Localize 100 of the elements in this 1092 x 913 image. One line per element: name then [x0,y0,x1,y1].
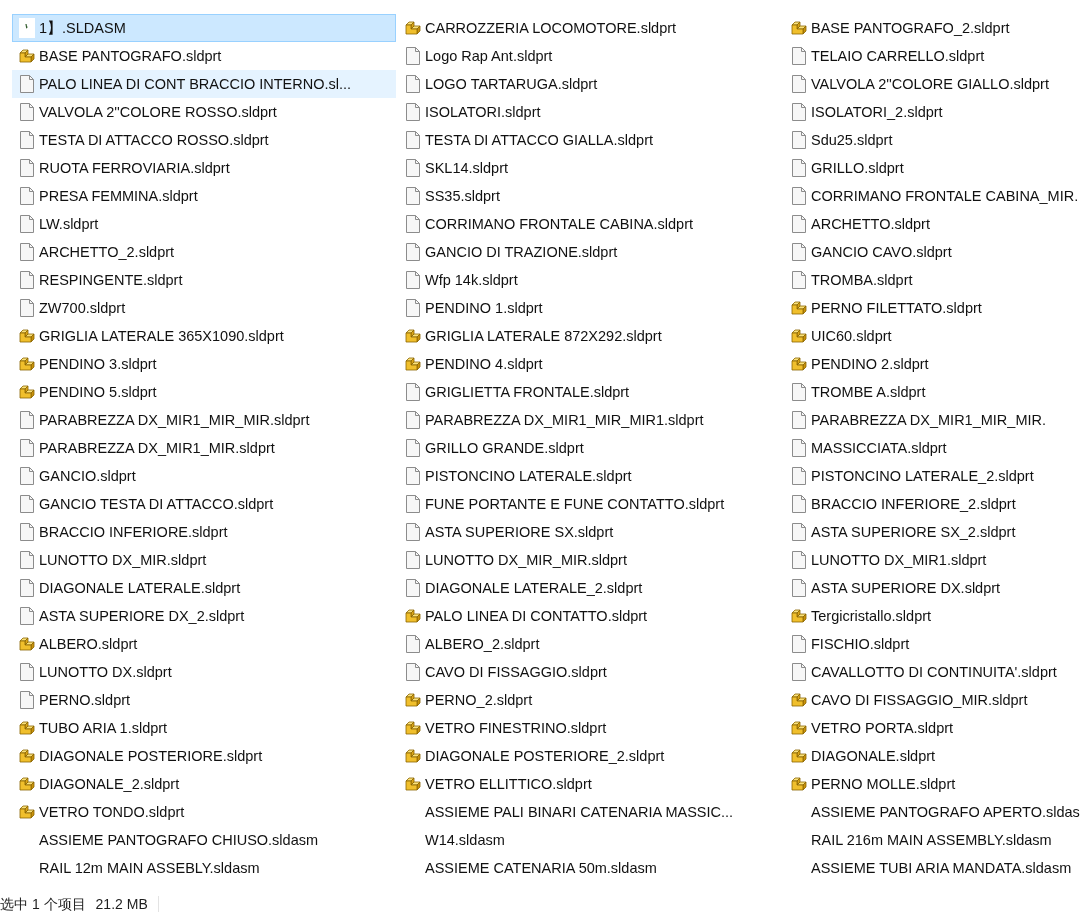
file-item[interactable]: ASTA SUPERIORE DX.sldprt [784,574,1092,602]
file-item[interactable]: SKL14.sldprt [398,154,782,182]
file-item[interactable]: BRACCIO INFERIORE_2.sldprt [784,490,1092,518]
file-item[interactable]: TROMBA.sldprt [784,266,1092,294]
file-item[interactable]: SS35.sldprt [398,182,782,210]
file-item[interactable]: PISTONCINO LATERALE_2.sldprt [784,462,1092,490]
file-item[interactable]: MASSICCIATA.sldprt [784,434,1092,462]
file-item[interactable]: LUNOTTO DX.sldprt [12,658,396,686]
file-item[interactable]: ASTA SUPERIORE SX.sldprt [398,518,782,546]
file-item[interactable]: PERNO.sldprt [12,686,396,714]
file-item[interactable]: LUNOTTO DX_MIR.sldprt [12,546,396,574]
document-icon [406,131,420,149]
file-item[interactable]: ASSIEME PANTOGRAFO CHIUSO.sldasm [12,826,396,854]
file-item[interactable]: RAIL 216m MAIN ASSEMBLY.sldasm [784,826,1092,854]
file-item[interactable]: VALVOLA 2''COLORE GIALLO.sldprt [784,70,1092,98]
file-item[interactable]: DIAGONALE LATERALE.sldprt [12,574,396,602]
file-item[interactable]: ARCHETTO.sldprt [784,210,1092,238]
file-item[interactable]: PENDINO 3.sldprt [12,350,396,378]
file-item[interactable]: VETRO ELLITTICO.sldprt [398,770,782,798]
file-item[interactable]: CAVALLOTTO DI CONTINUITA'.sldprt [784,658,1092,686]
file-item[interactable]: DIAGONALE POSTERIORE_2.sldprt [398,742,782,770]
file-item[interactable]: DIAGONALE.sldprt [784,742,1092,770]
file-item[interactable]: PERNO FILETTATO.sldprt [784,294,1092,322]
file-item[interactable]: Sdu25.sldprt [784,126,1092,154]
file-item[interactable]: VETRO TONDO.sldprt [12,798,396,826]
block-icon [19,636,35,652]
file-item[interactable]: GANCIO TESTA DI ATTACCO.sldprt [12,490,396,518]
file-item[interactable]: GRILLO GRANDE.sldprt [398,434,782,462]
file-item[interactable]: PRESA FEMMINA.sldprt [12,182,396,210]
file-item[interactable]: DIAGONALE_2.sldprt [12,770,396,798]
document-icon [20,243,34,261]
file-item[interactable]: PENDINO 1.sldprt [398,294,782,322]
file-item[interactable]: TESTA DI ATTACCO GIALLA.sldprt [398,126,782,154]
file-item[interactable]: GRILLO.sldprt [784,154,1092,182]
file-item[interactable]: PARABREZZA DX_MIR1_MIR_MIR1.sldprt [398,406,782,434]
file-item[interactable]: PISTONCINO LATERALE.sldprt [398,462,782,490]
file-item[interactable]: RAIL 12m MAIN ASSEBLY.sldasm [12,854,396,882]
file-item[interactable]: RESPINGENTE.sldprt [12,266,396,294]
file-item[interactable]: PERNO MOLLE.sldprt [784,770,1092,798]
file-item[interactable]: VETRO FINESTRINO.sldprt [398,714,782,742]
file-item[interactable]: PENDINO 5.sldprt [12,378,396,406]
file-item[interactable]: PERNO_2.sldprt [398,686,782,714]
file-item[interactable]: TESTA DI ATTACCO ROSSO.sldprt [12,126,396,154]
file-item[interactable]: BASE PANTOGRAFO.sldprt [12,42,396,70]
document-icon [20,411,34,429]
file-item[interactable]: ASSIEME PANTOGRAFO APERTO.sldas [784,798,1092,826]
file-item[interactable]: VALVOLA 2''COLORE ROSSO.sldprt [12,98,396,126]
file-item[interactable]: PARABREZZA DX_MIR1_MIR_MIR. [784,406,1092,434]
file-item[interactable]: GRIGLIETTA FRONTALE.sldprt [398,378,782,406]
file-item[interactable]: ASSIEME CATENARIA 50m.sldasm [398,854,782,882]
file-item[interactable]: RUOTA FERROVIARIA.sldprt [12,154,396,182]
file-item[interactable]: LOGO TARTARUGA.sldprt [398,70,782,98]
file-item[interactable]: ZW700.sldprt [12,294,396,322]
file-item[interactable]: ALBERO_2.sldprt [398,630,782,658]
file-item[interactable]: PARABREZZA DX_MIR1_MIR_MIR.sldprt [12,406,396,434]
file-item[interactable]: TUBO ARIA 1.sldprt [12,714,396,742]
file-item[interactable]: PENDINO 4.sldprt [398,350,782,378]
file-item[interactable]: PENDINO 2.sldprt [784,350,1092,378]
file-item[interactable]: ASTA SUPERIORE SX_2.sldprt [784,518,1092,546]
file-item[interactable]: ALBERO.sldprt [12,630,396,658]
file-item[interactable]: UIC60.sldprt [784,322,1092,350]
file-item[interactable]: DIAGONALE LATERALE_2.sldprt [398,574,782,602]
file-item[interactable]: ASSIEME TUBI ARIA MANDATA.sldasm [784,854,1092,882]
document-icon [406,663,420,681]
file-item[interactable]: ASSIEME PALI BINARI CATENARIA MASSIC... [398,798,782,826]
file-item[interactable]: GRIGLIA LATERALE 365X1090.sldprt [12,322,396,350]
file-item[interactable]: BRACCIO INFERIORE.sldprt [12,518,396,546]
file-item[interactable]: FUNE PORTANTE E FUNE CONTATTO.sldprt [398,490,782,518]
file-item[interactable]: ARCHETTO_2.sldprt [12,238,396,266]
file-item[interactable]: LW.sldprt [12,210,396,238]
file-item[interactable]: VETRO PORTA.sldprt [784,714,1092,742]
file-item[interactable]: LUNOTTO DX_MIR_MIR.sldprt [398,546,782,574]
file-item[interactable]: TROMBE A.sldprt [784,378,1092,406]
file-item[interactable]: LUNOTTO DX_MIR1.sldprt [784,546,1092,574]
file-item[interactable]: ISOLATORI.sldprt [398,98,782,126]
file-item[interactable]: DIAGONALE POSTERIORE.sldprt [12,742,396,770]
file-item[interactable]: CAVO DI FISSAGGIO_MIR.sldprt [784,686,1092,714]
file-item[interactable]: ISOLATORI_2.sldprt [784,98,1092,126]
file-item[interactable]: GRIGLIA LATERALE 872X292.sldprt [398,322,782,350]
file-item[interactable]: GANCIO.sldprt [12,462,396,490]
file-item[interactable]: GANCIO CAVO.sldprt [784,238,1092,266]
file-item[interactable]: Tergicristallo.sldprt [784,602,1092,630]
file-item[interactable]: BASE PANTOGRAFO_2.sldprt [784,14,1092,42]
file-item[interactable]: PARABREZZA DX_MIR1_MIR.sldprt [12,434,396,462]
file-item[interactable]: FISCHIO.sldprt [784,630,1092,658]
file-item[interactable]: 1】.SLDASM [12,14,396,42]
file-item[interactable]: CAVO DI FISSAGGIO.sldprt [398,658,782,686]
file-item[interactable]: CORRIMANO FRONTALE CABINA_MIR. [784,182,1092,210]
file-item[interactable]: Logo Rap Ant.sldprt [398,42,782,70]
file-item[interactable]: PALO LINEA DI CONTATTO.sldprt [398,602,782,630]
file-item[interactable]: TELAIO CARRELLO.sldprt [784,42,1092,70]
file-item[interactable]: W14.sldasm [398,826,782,854]
file-item[interactable]: GANCIO DI TRAZIONE.sldprt [398,238,782,266]
file-item[interactable]: CARROZZERIA LOCOMOTORE.sldprt [398,14,782,42]
document-icon [406,635,420,653]
file-item[interactable]: Wfp 14k.sldprt [398,266,782,294]
file-item[interactable]: CORRIMANO FRONTALE CABINA.sldprt [398,210,782,238]
file-item[interactable]: ASTA SUPERIORE DX_2.sldprt [12,602,396,630]
file-item[interactable]: PALO LINEA DI CONT BRACCIO INTERNO.sl... [12,70,396,98]
document-icon [406,439,420,457]
